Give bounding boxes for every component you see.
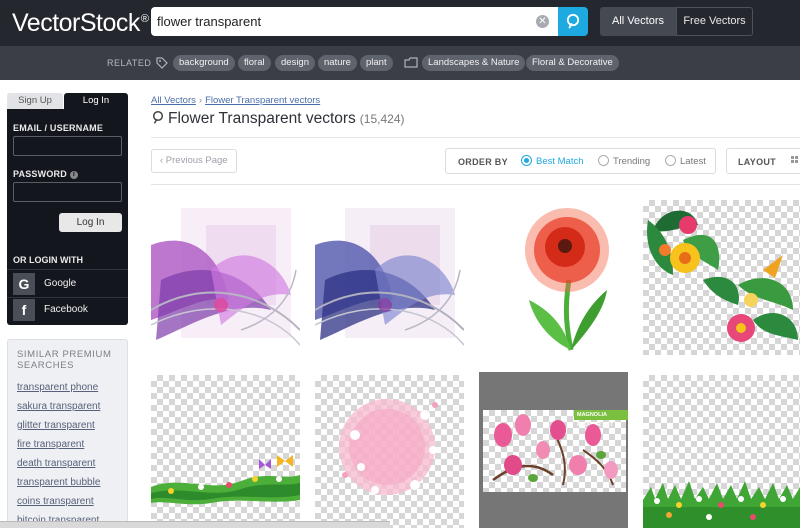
abstract-blue-wave-image [315, 200, 464, 355]
magnolia-flowers-image [492, 414, 618, 486]
result-thumbnail[interactable] [643, 375, 800, 528]
related-tag-plant[interactable]: plant [360, 55, 393, 71]
category-icon [404, 57, 418, 68]
related-tag-background[interactable]: background [173, 55, 235, 71]
or-login-with-label: OR LOGIN WITH [13, 255, 83, 265]
password-field[interactable] [13, 182, 122, 202]
related-bar: RELATED background floral design nature … [0, 46, 800, 80]
search-icon [566, 13, 580, 29]
order-by-label: ORDER BY [458, 157, 508, 167]
layout-bar: LAYOUT [726, 148, 800, 174]
similar-premium-searches: SIMILAR PREMIUM SEARCHES transparent pho… [7, 339, 128, 528]
result-count: (15,424) [359, 112, 405, 126]
similar-search-link[interactable]: sakura transparent [17, 401, 100, 412]
browser-status-bar [0, 521, 390, 528]
breadcrumb: All Vectors › Flower Transparent vectors [151, 95, 320, 106]
result-thumbnail[interactable] [643, 200, 800, 355]
divider [151, 137, 800, 138]
similar-search-link[interactable]: glitter transparent [17, 420, 95, 431]
log-in-button[interactable]: Log In [59, 213, 122, 232]
google-icon: G [13, 273, 35, 295]
clear-icon[interactable]: ✕ [536, 15, 549, 28]
email-label: EMAIL / USERNAME [13, 123, 104, 133]
vectorstock-logo[interactable]: VectorStock® [12, 9, 149, 38]
related-tag-nature[interactable]: nature [318, 55, 357, 71]
similar-search-link[interactable]: transparent bubble [17, 477, 100, 488]
layout-label: LAYOUT [738, 157, 776, 167]
order-option-best-match[interactable]: Best Match [536, 156, 584, 167]
breadcrumb-current[interactable]: Flower Transparent vectors [205, 95, 320, 106]
search-button[interactable] [558, 7, 588, 36]
pink-blossom-frame-image [339, 399, 438, 495]
similar-search-link[interactable]: fire transparent [17, 439, 84, 450]
search-input[interactable] [151, 7, 521, 36]
page-title: Flower Transparent vectors (15,424) [151, 110, 405, 128]
related-label: RELATED [107, 58, 152, 68]
previous-page-button[interactable]: ‹ Previous Page [151, 149, 237, 173]
divider [7, 297, 128, 298]
radio-trending[interactable] [598, 155, 609, 166]
login-panel: Sign Up Log In EMAIL / USERNAME PASSWORD… [7, 93, 128, 325]
password-label-row: PASSWORD i [13, 169, 78, 179]
logo-text: VectorStock [12, 9, 140, 37]
tropical-flowers-image [647, 210, 798, 342]
similar-search-link[interactable]: coins transparent [17, 496, 94, 507]
result-thumbnail[interactable] [315, 375, 464, 528]
radio-latest[interactable] [665, 155, 676, 166]
order-option-latest[interactable]: Latest [680, 156, 706, 167]
email-field[interactable] [13, 136, 122, 156]
radio-best-match[interactable] [521, 155, 532, 166]
page-title-text: Flower Transparent vectors [168, 110, 356, 127]
tab-log-in[interactable]: Log In [64, 93, 128, 109]
related-tag-design[interactable]: design [275, 55, 315, 71]
tag-icon [156, 57, 168, 69]
free-vectors-toggle[interactable]: Free Vectors [676, 7, 753, 36]
logo-registered-mark: ® [140, 12, 149, 25]
facebook-icon: f [13, 299, 35, 321]
facebook-login-button[interactable]: f Facebook [13, 299, 123, 321]
similar-search-link[interactable]: death transparent [17, 458, 95, 469]
similar-search-link[interactable]: transparent phone [17, 382, 98, 393]
grass-meadow-image [643, 481, 800, 528]
order-option-trending[interactable]: Trending [613, 156, 650, 167]
info-icon[interactable]: i [69, 170, 78, 179]
login-form: EMAIL / USERNAME PASSWORD i Log In OR LOG… [7, 109, 128, 325]
related-tag-floral[interactable]: floral [238, 55, 271, 71]
divider [7, 269, 128, 270]
result-thumbnail[interactable] [151, 375, 300, 528]
result-thumbnail[interactable] [151, 200, 300, 355]
tab-sign-up[interactable]: Sign Up [7, 93, 63, 109]
result-thumbnail[interactable] [479, 200, 628, 355]
related-category-landscapes[interactable]: Landscapes & Nature [422, 55, 526, 71]
all-vectors-toggle[interactable]: All Vectors [600, 7, 676, 36]
similar-searches-title: SIMILAR PREMIUM SEARCHES [17, 349, 112, 371]
grid-icon[interactable] [791, 156, 800, 166]
divider [151, 184, 800, 185]
auth-tabs: Sign Up Log In [7, 93, 128, 109]
breadcrumb-all-vectors[interactable]: All Vectors [151, 95, 196, 106]
google-login-button[interactable]: G Google [13, 273, 123, 295]
grass-border-image [151, 455, 300, 505]
result-thumbnail[interactable] [315, 200, 464, 355]
red-poppy-image [479, 200, 628, 355]
search-box: ✕ [151, 7, 559, 36]
top-bar: VectorStock® ✕ All Vectors Free Vectors [0, 0, 800, 46]
breadcrumb-separator: › [198, 95, 203, 106]
google-label: Google [44, 278, 77, 289]
result-thumbnail[interactable]: MAGNOLIA FLOWER SET [479, 372, 628, 528]
related-category-floral-decorative[interactable]: Floral & Decorative [526, 55, 619, 71]
order-by-bar: ORDER BY Best Match Trending Latest [445, 148, 716, 174]
search-icon [152, 110, 164, 124]
password-label: PASSWORD [13, 169, 67, 179]
abstract-purple-wave-image [151, 200, 300, 355]
facebook-label: Facebook [44, 304, 88, 315]
